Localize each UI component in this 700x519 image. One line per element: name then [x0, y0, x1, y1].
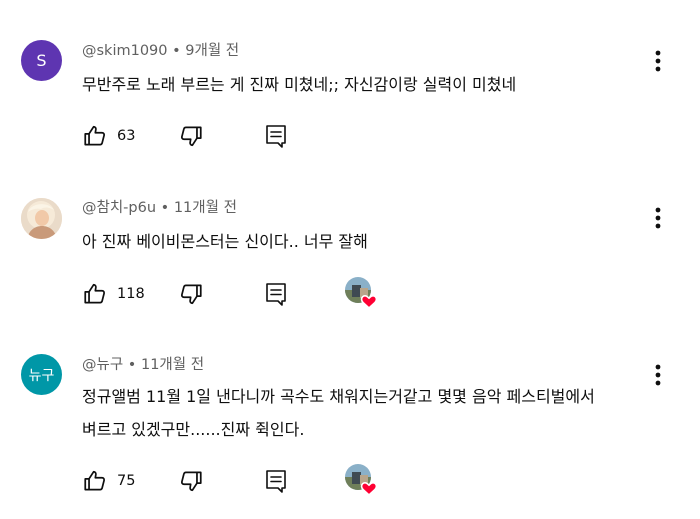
author-name[interactable]: @뉴구	[82, 357, 123, 373]
like-button[interactable]: 75	[82, 466, 135, 496]
meta-separator: •	[167, 43, 186, 59]
comment-text: 무반주로 노래 부르는 게 진짜 미쳤네;; 자신감이랑 실력이 미쳤네	[82, 68, 516, 101]
thumb-down-icon	[180, 471, 202, 492]
more-vert-icon	[655, 364, 661, 386]
avatar[interactable]	[21, 198, 62, 239]
comment-age[interactable]: 9개월 전	[185, 43, 239, 59]
more-vert-icon	[655, 50, 661, 72]
creator-heart-icon	[345, 277, 378, 310]
comment-age[interactable]: 11개월 전	[174, 200, 237, 216]
thumb-up-icon	[84, 283, 106, 304]
like-count: 75	[117, 473, 136, 489]
comment-actions: 75	[82, 463, 402, 497]
meta-separator: •	[123, 357, 141, 373]
comment-line: 정규앨범 11월 1일 낸다니까 곡수도 채워지는거같고 몇몇 음악 페스티벌에…	[82, 387, 595, 406]
like-button[interactable]: 118	[82, 279, 145, 309]
thumb-up-icon	[84, 125, 106, 146]
dislike-button[interactable]	[178, 279, 204, 309]
creator-heart-icon	[345, 464, 378, 497]
like-count: 63	[117, 128, 136, 144]
comment-meta: @참치-p6u • 11개월 전	[82, 198, 237, 218]
more-options-button[interactable]	[648, 204, 668, 232]
like-count: 118	[117, 286, 145, 302]
author-name[interactable]: @skim1090	[82, 43, 168, 59]
creator-heart	[344, 276, 378, 310]
thumb-down-icon	[180, 284, 202, 305]
thumb-up-icon	[84, 470, 106, 491]
comment-text: 정규앨범 11월 1일 낸다니까 곡수도 채워지는거같고 몇몇 음악 페스티벌에…	[82, 380, 595, 446]
comment-meta: @뉴구 • 11개월 전	[82, 355, 204, 375]
creator-heart	[344, 463, 378, 497]
reply-button[interactable]	[264, 279, 288, 309]
more-options-button[interactable]	[648, 47, 668, 75]
more-vert-icon	[655, 207, 661, 229]
author-name[interactable]: @참치-p6u	[82, 200, 156, 216]
like-button[interactable]: 63	[82, 121, 135, 151]
comment-actions: 118	[82, 276, 402, 310]
reply-button[interactable]	[264, 121, 288, 151]
comment-age[interactable]: 11개월 전	[141, 357, 204, 373]
dislike-button[interactable]	[178, 121, 204, 151]
thumb-down-icon	[180, 126, 202, 147]
avatar[interactable]: 뉴구	[21, 354, 62, 395]
comment-line: 아 진짜 베이비몬스터는 신이다.. 너무 잘해	[82, 232, 368, 251]
comment-icon	[266, 470, 286, 493]
dislike-button[interactable]	[178, 466, 204, 496]
avatar-letter: 뉴구	[28, 367, 55, 384]
meta-separator: •	[156, 200, 174, 216]
comment-line: 벼르고 있겠구만......진짜 쥑인다.	[82, 420, 305, 439]
user-photo-avatar	[21, 198, 62, 239]
comment-icon	[266, 283, 286, 306]
comment-text: 아 진짜 베이비몬스터는 신이다.. 너무 잘해	[82, 225, 368, 258]
more-options-button[interactable]	[648, 361, 668, 389]
reply-button[interactable]	[264, 466, 288, 496]
comment-actions: 63	[82, 121, 402, 151]
comment-meta: @skim1090 • 9개월 전	[82, 41, 239, 61]
avatar-letter: S	[36, 51, 47, 70]
avatar[interactable]: S	[21, 40, 62, 81]
comment-line: 무반주로 노래 부르는 게 진짜 미쳤네;; 자신감이랑 실력이 미쳤네	[82, 75, 517, 94]
comment-icon	[266, 125, 286, 148]
